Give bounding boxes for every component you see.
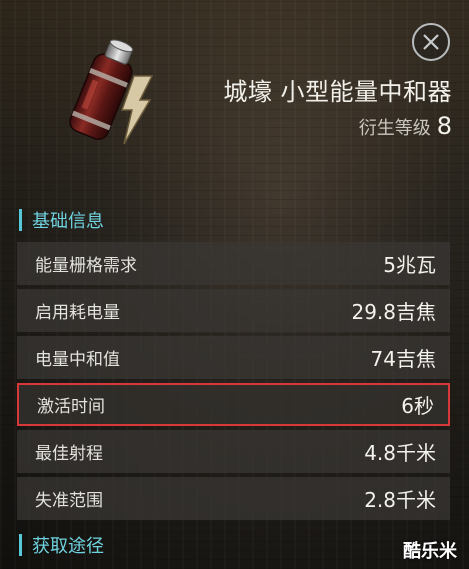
attribute-row: 启用耗电量 29.8吉焦 bbox=[17, 289, 450, 332]
attribute-label: 启用耗电量 bbox=[35, 303, 120, 323]
attribute-label: 能量栅格需求 bbox=[35, 256, 137, 276]
section-marker bbox=[19, 209, 22, 231]
attribute-value: 2.8千米 bbox=[364, 488, 436, 512]
attribute-label: 激活时间 bbox=[37, 397, 105, 417]
attribute-value: 4.8千米 bbox=[364, 441, 436, 465]
attribute-label: 失准范围 bbox=[35, 491, 103, 511]
attribute-value: 29.8吉焦 bbox=[351, 300, 436, 324]
attribute-row: 最佳射程 4.8千米 bbox=[17, 430, 450, 473]
energy-neutralizer-icon bbox=[69, 39, 154, 145]
item-title: 城壕 小型能量中和器 bbox=[223, 78, 452, 106]
attribute-list: 能量栅格需求 5兆瓦 启用耗电量 29.8吉焦 电量中和值 74吉焦 激活时间 … bbox=[17, 242, 450, 524]
attribute-value: 74吉焦 bbox=[370, 347, 436, 371]
section-basic-info-title: 基础信息 bbox=[32, 211, 104, 232]
level-label: 衍生等级 bbox=[358, 118, 431, 139]
attribute-row: 失准范围 2.8千米 bbox=[17, 477, 450, 520]
watermark: 酷乐米 bbox=[403, 541, 457, 562]
attribute-value: 6秒 bbox=[401, 394, 434, 418]
attribute-row-highlighted: 激活时间 6秒 bbox=[17, 383, 450, 426]
close-button[interactable] bbox=[412, 23, 450, 61]
derivation-level: 衍生等级 8 bbox=[359, 112, 452, 140]
attribute-value: 5兆瓦 bbox=[383, 253, 436, 277]
level-value: 8 bbox=[436, 112, 452, 140]
section-acquire[interactable]: 获取途径 bbox=[19, 532, 104, 558]
section-acquire-title: 获取途径 bbox=[32, 536, 104, 557]
close-icon bbox=[423, 34, 439, 50]
attribute-row: 电量中和值 74吉焦 bbox=[17, 336, 450, 379]
attribute-label: 最佳射程 bbox=[35, 444, 103, 464]
attribute-label: 电量中和值 bbox=[35, 350, 120, 370]
section-marker bbox=[19, 534, 22, 556]
section-basic-info[interactable]: 基础信息 bbox=[19, 207, 104, 233]
attribute-row: 能量栅格需求 5兆瓦 bbox=[17, 242, 450, 285]
